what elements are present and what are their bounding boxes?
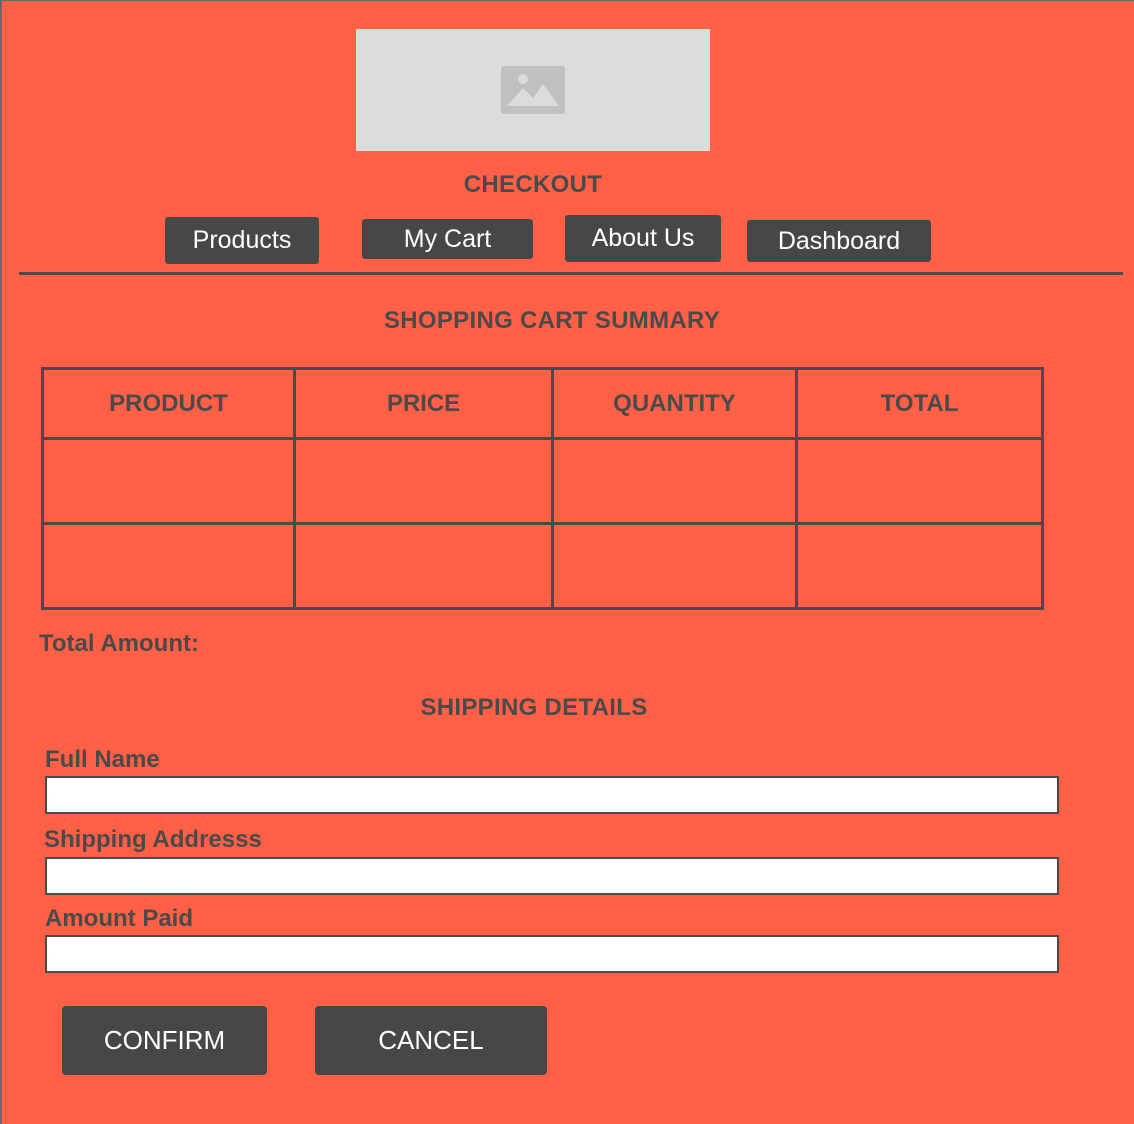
amount-paid-input[interactable] (45, 935, 1059, 973)
column-header-quantity: QUANTITY (551, 367, 798, 440)
nav-products-button[interactable]: Products (165, 217, 319, 264)
image-placeholder-icon (501, 66, 565, 114)
table-cell (795, 522, 1044, 610)
table-header-row: PRODUCT PRICE QUANTITY TOTAL (41, 367, 1044, 440)
logo-image-placeholder (356, 29, 710, 151)
column-header-product: PRODUCT (41, 367, 296, 440)
table-row (41, 522, 1044, 610)
nav-dashboard-button[interactable]: Dashboard (747, 220, 931, 262)
shipping-address-input[interactable] (45, 857, 1059, 895)
full-name-label: Full Name (45, 746, 160, 773)
header-divider (19, 272, 1123, 275)
table-row (41, 437, 1044, 525)
table-cell (41, 437, 296, 525)
cart-summary-table: PRODUCT PRICE QUANTITY TOTAL (41, 367, 1044, 610)
table-cell (293, 522, 554, 610)
column-header-total: TOTAL (795, 367, 1044, 440)
cart-summary-title: SHOPPING CART SUMMARY (383, 307, 721, 334)
shipping-details-title: SHIPPING DETAILS (420, 694, 648, 721)
total-amount-label: Total Amount: (39, 630, 199, 657)
table-cell (41, 522, 296, 610)
cancel-button[interactable]: CANCEL (315, 1006, 547, 1075)
nav-my-cart-button[interactable]: My Cart (362, 219, 533, 259)
table-cell (795, 437, 1044, 525)
shipping-address-label: Shipping Addresss (44, 826, 262, 853)
table-cell (551, 437, 798, 525)
checkout-page: CHECKOUT Products My Cart About Us Dashb… (0, 0, 1134, 1124)
nav-about-us-button[interactable]: About Us (565, 215, 721, 262)
page-title: CHECKOUT (463, 171, 603, 198)
amount-paid-label: Amount Paid (45, 905, 193, 932)
confirm-button[interactable]: CONFIRM (62, 1006, 267, 1075)
table-cell (293, 437, 554, 525)
table-cell (551, 522, 798, 610)
column-header-price: PRICE (293, 367, 554, 440)
full-name-input[interactable] (45, 776, 1059, 814)
